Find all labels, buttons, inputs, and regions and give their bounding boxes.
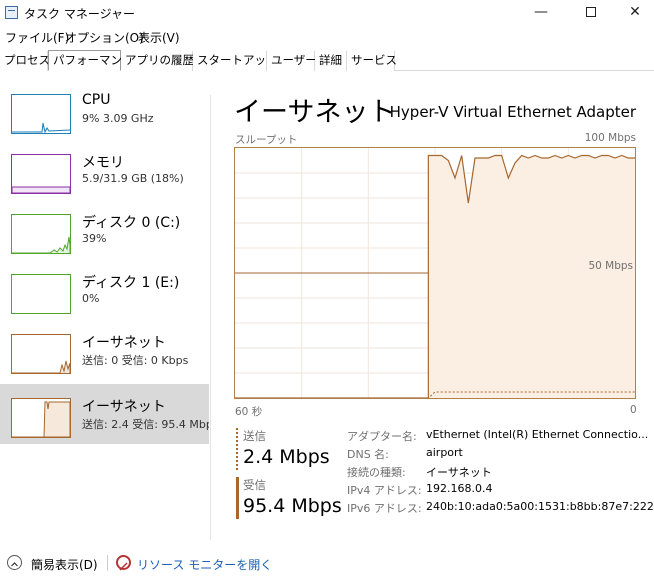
sidebar-item-memory[interactable]: メモリ 5.9/31.9 GB (18%)	[0, 140, 209, 200]
throughput-label: スループット	[235, 134, 298, 146]
menu-file[interactable]: ファイル(F)	[5, 29, 69, 46]
maximize-button[interactable]	[568, 0, 614, 26]
fewer-details-link[interactable]: 簡易表示(D)	[31, 556, 98, 573]
send-indicator	[236, 428, 239, 470]
tab-users[interactable]: ユーザー	[267, 51, 317, 71]
tab-performance[interactable]: パフォーマンス	[48, 50, 133, 71]
sidebar-item-value: 送信: 0 受信: 0 Kbps	[82, 354, 189, 367]
prop-value-dns: airport	[426, 446, 463, 459]
menu-view[interactable]: 表示(V)	[138, 29, 180, 46]
ethernet1-thumbnail-graph	[11, 334, 71, 374]
disk0-thumbnail-graph	[11, 214, 71, 254]
sidebar-item-cpu[interactable]: CPU 9% 3.09 GHz	[0, 80, 209, 140]
sidebar-item-ethernet-2[interactable]: イーサネット 送信: 2.4 受信: 95.4 Mbps	[0, 384, 209, 444]
receive-area	[235, 155, 635, 398]
resource-monitor-icon	[116, 555, 131, 571]
menu-options[interactable]: オプション(O)	[65, 29, 144, 46]
sidebar-item-ethernet-1[interactable]: イーサネット 送信: 0 受信: 0 Kbps	[0, 320, 209, 380]
sidebar-item-value: 5.9/31.9 GB (18%)	[82, 172, 184, 185]
sidebar-item-disk-0[interactable]: ディスク 0 (C:) 39%	[0, 200, 209, 260]
sidebar-item-label: CPU	[82, 92, 111, 108]
graph-time-start: 60 秒	[235, 406, 263, 418]
page-title: イーサネット	[234, 97, 396, 128]
sidebar-item-value: 39%	[82, 232, 107, 245]
resource-sidebar: CPU 9% 3.09 GHz メモリ 5.9/31.9 GB (18%) ディ…	[0, 80, 210, 540]
memory-thumbnail-graph	[11, 154, 71, 194]
prop-label-adapter: アダプター名:	[347, 430, 417, 443]
prop-label-ipv4: IPv4 アドレス:	[347, 484, 422, 497]
graph-time-end: 0	[630, 404, 637, 416]
ethernet2-thumbnail-graph	[11, 398, 71, 438]
footer-bar: 簡易表示(D) リソース モニターを開く	[0, 552, 654, 577]
graph-max-label: 100 Mbps	[584, 132, 636, 144]
prop-label-connection-type: 接続の種類:	[347, 466, 406, 479]
sidebar-item-value: 送信: 2.4 受信: 95.4 Mbps	[82, 418, 209, 431]
prop-value-ipv6: 240b:10:ada0:5a00:1531:b8bb:87e7:222d	[426, 500, 654, 513]
tab-app-history[interactable]: アプリの履歴	[121, 51, 194, 71]
prop-label-ipv6: IPv6 アドレス:	[347, 502, 422, 515]
sidebar-item-label: ディスク 1 (E:)	[82, 275, 180, 291]
disk1-thumbnail-graph	[11, 274, 71, 314]
sidebar-item-value: 9% 3.09 GHz	[82, 112, 154, 125]
prop-value-adapter: vEthernet (Intel(R) Ethernet Connectio..…	[426, 428, 649, 441]
title-bar: タスク マネージャー — ✕	[0, 0, 654, 26]
open-resource-monitor-link[interactable]: リソース モニターを開く	[137, 556, 272, 573]
throughput-graph	[234, 147, 636, 399]
recv-value: 95.4 Mbps	[243, 495, 342, 517]
sidebar-item-label: イーサネット	[82, 399, 166, 415]
send-value: 2.4 Mbps	[243, 446, 330, 468]
prop-label-dns: DNS 名:	[347, 448, 389, 461]
maximize-icon	[586, 7, 596, 17]
adapter-name: Hyper-V Virtual Ethernet Adapter	[389, 103, 636, 121]
menu-bar: ファイル(F) オプション(O) 表示(V)	[0, 27, 654, 47]
cpu-thumbnail-graph	[11, 94, 71, 134]
send-label: 送信	[243, 429, 266, 443]
tab-startup[interactable]: スタートアップ	[193, 51, 278, 71]
throughput-chart	[235, 148, 635, 398]
minimize-button[interactable]: —	[518, 0, 564, 26]
graph-mid-label: 50 Mbps	[588, 260, 633, 272]
sidebar-item-label: メモリ	[82, 155, 124, 171]
chevron-up-icon[interactable]	[7, 555, 22, 570]
prop-value-ipv4: 192.168.0.4	[426, 482, 493, 495]
sidebar-item-disk-1[interactable]: ディスク 1 (E:) 0%	[0, 260, 209, 320]
window-title: タスク マネージャー	[24, 7, 135, 21]
tab-processes[interactable]: プロセス	[0, 51, 50, 71]
footer-divider	[107, 555, 108, 571]
prop-value-connection-type: イーサネット	[426, 466, 492, 479]
sidebar-item-value: 0%	[82, 292, 100, 305]
sidebar-item-label: ディスク 0 (C:)	[82, 215, 181, 231]
recv-label: 受信	[243, 478, 266, 492]
tab-services[interactable]: サービス	[347, 51, 397, 71]
tab-bar: プロセス パフォーマンス アプリの履歴 スタートアップ ユーザー 詳細 サービス	[0, 50, 654, 71]
close-button[interactable]: ✕	[612, 0, 654, 26]
sidebar-item-label: イーサネット	[82, 335, 166, 351]
panel-divider	[210, 95, 211, 540]
tab-details[interactable]: 詳細	[315, 51, 347, 71]
recv-indicator	[236, 477, 239, 519]
task-manager-icon	[5, 6, 18, 19]
